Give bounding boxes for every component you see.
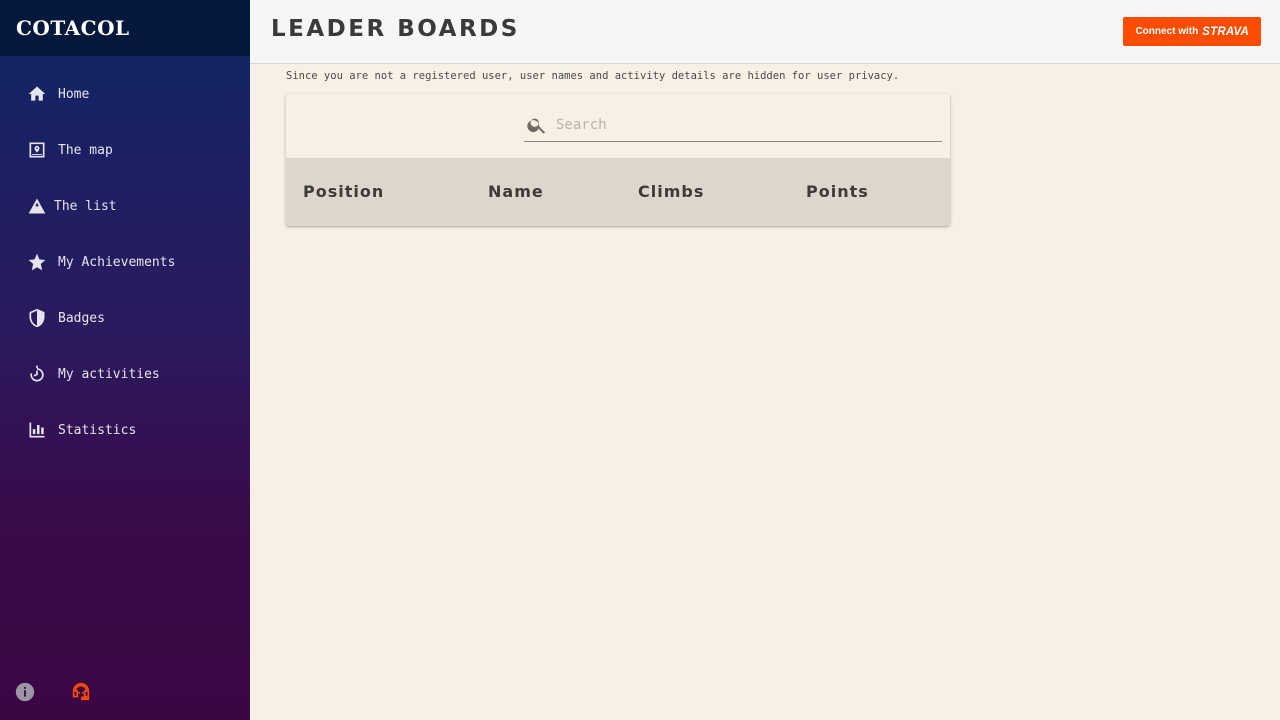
logo-bar: COTACOL: [0, 0, 250, 56]
activity-icon: [26, 363, 48, 385]
support-headset-icon[interactable]: [70, 681, 92, 708]
sidebar-item-the-map[interactable]: The map: [0, 122, 250, 178]
sidebar-item-badges[interactable]: Badges: [0, 290, 250, 346]
sidebar-item-the-list[interactable]: The list: [0, 178, 250, 234]
search-input[interactable]: [556, 116, 926, 133]
sidebar-item-label: My activities: [58, 366, 160, 382]
column-header-position[interactable]: Position: [303, 182, 384, 201]
sidebar-item-statistics[interactable]: Statistics: [0, 402, 250, 458]
bar-chart-icon: [26, 419, 48, 441]
sidebar: COTACOL Home The map The list My Achieve…: [0, 0, 250, 720]
search-icon: [527, 118, 546, 134]
table-header-row: Position Name Climbs Points: [286, 158, 950, 226]
sidebar-item-label: Statistics: [58, 422, 137, 438]
sidebar-item-label: The list: [54, 198, 117, 214]
shield-icon: [26, 307, 48, 329]
app-logo[interactable]: COTACOL: [16, 16, 130, 40]
info-icon[interactable]: [14, 681, 36, 708]
top-header: LEADER BOARDS Connect with STRAVA: [250, 0, 1280, 64]
column-header-name[interactable]: Name: [488, 182, 544, 201]
sidebar-item-home[interactable]: Home: [0, 66, 250, 122]
privacy-notice: Since you are not a registered user, use…: [286, 70, 900, 82]
mountain-icon: [26, 195, 48, 217]
sidebar-item-label: Badges: [58, 310, 105, 326]
strava-logo-text: STRAVA: [1202, 25, 1249, 38]
sidebar-item-label: The map: [58, 142, 113, 158]
column-header-points[interactable]: Points: [806, 182, 869, 201]
connect-strava-prefix: Connect with: [1135, 26, 1199, 37]
sidebar-footer: [14, 681, 92, 708]
sidebar-item-my-activities[interactable]: My activities: [0, 346, 250, 402]
search-box[interactable]: [524, 108, 942, 142]
leaderboard-card: Position Name Climbs Points: [286, 94, 950, 226]
connect-strava-button[interactable]: Connect with STRAVA: [1123, 17, 1261, 46]
star-icon: [26, 251, 48, 273]
page-title: LEADER BOARDS: [271, 16, 520, 42]
column-header-climbs[interactable]: Climbs: [638, 182, 704, 201]
sidebar-item-my-achievements[interactable]: My Achievements: [0, 234, 250, 290]
map-icon: [26, 139, 48, 161]
sidebar-item-label: My Achievements: [58, 254, 176, 270]
home-icon: [26, 83, 48, 105]
sidebar-item-label: Home: [58, 86, 90, 102]
sidebar-nav: Home The map The list My Achievements Ba…: [0, 66, 250, 458]
